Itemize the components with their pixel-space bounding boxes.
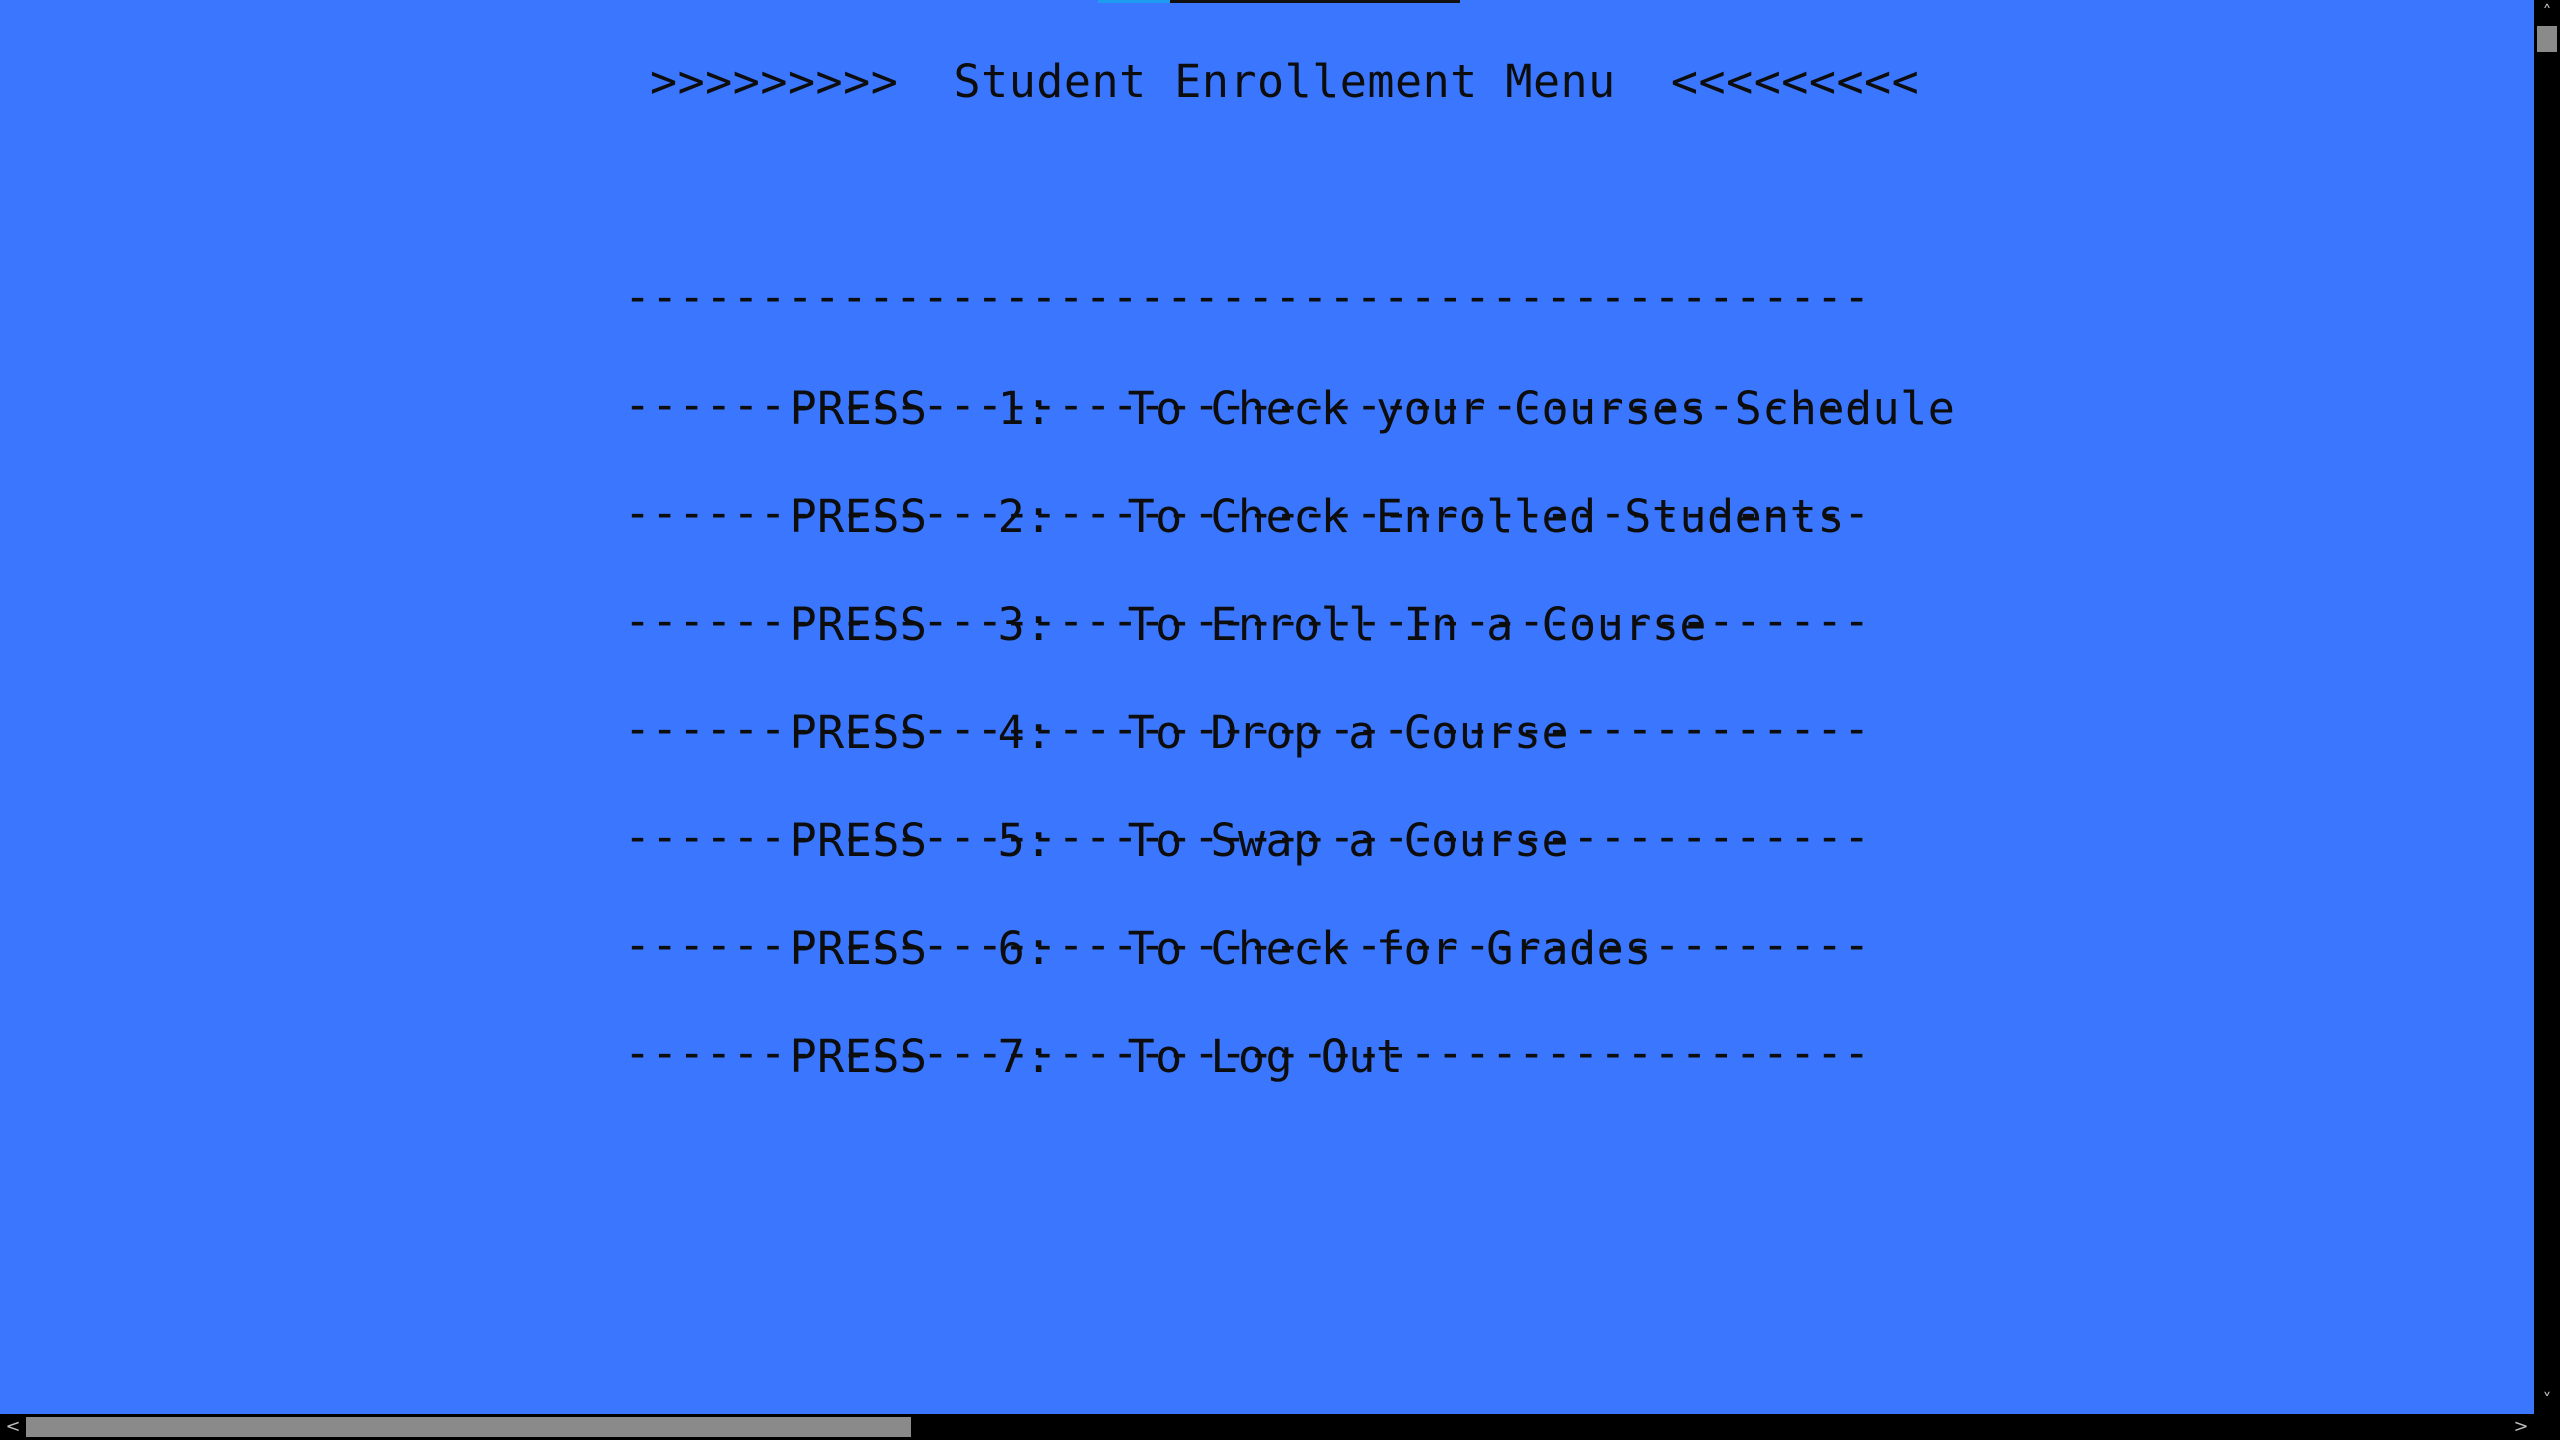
scrollbar-corner	[2534, 1414, 2560, 1440]
menu-title: >>>>>>>>> Student Enrollement Menu <<<<<…	[650, 55, 1920, 108]
separator: ----------------------------------------…	[624, 920, 1874, 970]
vertical-scrollbar[interactable]: ˄ ˅	[2534, 0, 2560, 1414]
console-window[interactable]: >>>>>>>>> Student Enrollement Menu <<<<<…	[0, 0, 2534, 1414]
separator: ----------------------------------------…	[624, 1028, 1874, 1078]
menu-item-7[interactable]: PRESS 7: To Log Out	[624, 970, 1874, 1083]
menu-item-1[interactable]: PRESS 1: To Check your Courses Schedule	[624, 322, 1955, 435]
vertical-scroll-thumb[interactable]	[2537, 26, 2557, 52]
menu-item-2[interactable]: PRESS 2: To Check Enrolled Students	[624, 430, 1874, 543]
menu-item-5[interactable]: PRESS 5: To Swap a Course	[624, 754, 1874, 867]
menu-list: ----------------------------------------…	[624, 272, 1955, 1083]
cursor-highlight	[1098, 0, 1170, 3]
separator: ----------------------------------------…	[624, 812, 1874, 862]
separator: ----------------------------------------…	[624, 704, 1874, 754]
cursor-marks	[1098, 0, 1460, 3]
chevron-up-icon[interactable]: ˄	[2534, 0, 2560, 26]
chevron-left-icon[interactable]: <	[0, 1414, 26, 1440]
horizontal-scrollbar[interactable]: < >	[0, 1414, 2534, 1440]
chevron-right-icon[interactable]: >	[2508, 1414, 2534, 1440]
separator: ----------------------------------------…	[624, 596, 1874, 646]
horizontal-scroll-thumb[interactable]	[26, 1417, 911, 1437]
separator: ----------------------------------------…	[624, 380, 1874, 430]
menu-item-6[interactable]: PRESS 6: To Check for Grades	[624, 862, 1874, 975]
separator: ----------------------------------------…	[624, 488, 1874, 538]
cursor-underline	[1170, 0, 1460, 3]
menu-item-4[interactable]: PRESS 4: To Drop a Course	[624, 646, 1874, 759]
menu-item-3[interactable]: PRESS 3: To Enroll In a Course	[624, 538, 1874, 651]
chevron-down-icon[interactable]: ˅	[2534, 1388, 2560, 1414]
separator: ----------------------------------------…	[624, 272, 1874, 322]
